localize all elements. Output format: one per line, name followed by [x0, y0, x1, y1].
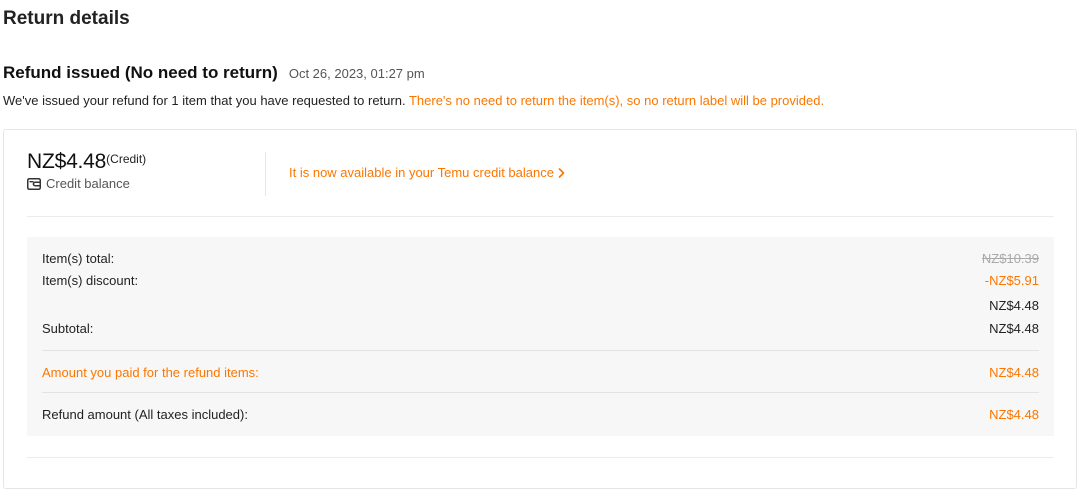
after-discount-value: NZ$4.48	[989, 298, 1039, 313]
subtotal-row: Subtotal: NZ$4.48	[42, 321, 1039, 336]
chevron-right-icon	[558, 167, 565, 178]
horizontal-divider	[27, 216, 1054, 217]
summary-divider	[42, 350, 1039, 351]
refund-amount-label: Refund amount (All taxes included):	[42, 407, 248, 422]
credit-balance-link[interactable]: It is now available in your Temu credit …	[289, 165, 565, 180]
vertical-divider	[265, 152, 266, 196]
refund-amount: NZ$4.48	[27, 150, 107, 173]
bottom-divider	[27, 457, 1054, 458]
subtotal-label: Subtotal:	[42, 321, 94, 336]
items-discount-label: Item(s) discount:	[42, 273, 139, 288]
refund-status-date: Oct 26, 2023, 01:27 pm	[288, 66, 425, 81]
items-discount-row: Item(s) discount: -NZ$5.91	[42, 273, 1039, 288]
wallet-icon	[27, 177, 41, 190]
refund-message-text: We've issued your refund for 1 item that…	[3, 93, 406, 108]
page-title: Return details	[3, 8, 130, 29]
refund-status-message: We've issued your refund for 1 item that…	[3, 93, 824, 108]
refund-amount-line: NZ$4.48 (Credit)	[27, 150, 146, 174]
refund-card: NZ$4.48 (Credit) Credit balance It is no…	[3, 129, 1077, 489]
refund-status-title: Refund issued (No need to return)	[3, 63, 278, 82]
refund-summary: Item(s) total: NZ$10.39 Item(s) discount…	[27, 237, 1054, 436]
amount-paid-label: Amount you paid for the refund items:	[42, 365, 259, 380]
no-return-note: There's no need to return the item(s), s…	[408, 93, 825, 108]
refund-amount-row: Refund amount (All taxes included): NZ$4…	[42, 407, 1039, 422]
summary-divider	[42, 392, 1039, 393]
credit-balance-link-text: It is now available in your Temu credit …	[289, 165, 554, 180]
after-discount-row: NZ$4.48	[42, 298, 1039, 313]
items-total-value: NZ$10.39	[981, 251, 1039, 266]
items-total-label: Item(s) total:	[42, 251, 115, 266]
subtotal-value: NZ$4.48	[989, 321, 1039, 336]
amount-paid-row: Amount you paid for the refund items: NZ…	[42, 365, 1039, 380]
refund-amount-box: NZ$4.48 (Credit) Credit balance	[27, 150, 146, 191]
refund-status-header: Refund issued (No need to return) Oct 26…	[3, 63, 425, 83]
refund-method-label: Credit balance	[46, 176, 130, 191]
items-total-row: Item(s) total: NZ$10.39	[42, 251, 1039, 266]
items-discount-value: -NZ$5.91	[984, 273, 1039, 288]
amount-paid-value: NZ$4.48	[989, 365, 1039, 380]
refund-method: Credit balance	[27, 176, 146, 191]
refund-amount-value: NZ$4.48	[989, 407, 1039, 422]
refund-amount-tag: (Credit)	[106, 152, 147, 166]
